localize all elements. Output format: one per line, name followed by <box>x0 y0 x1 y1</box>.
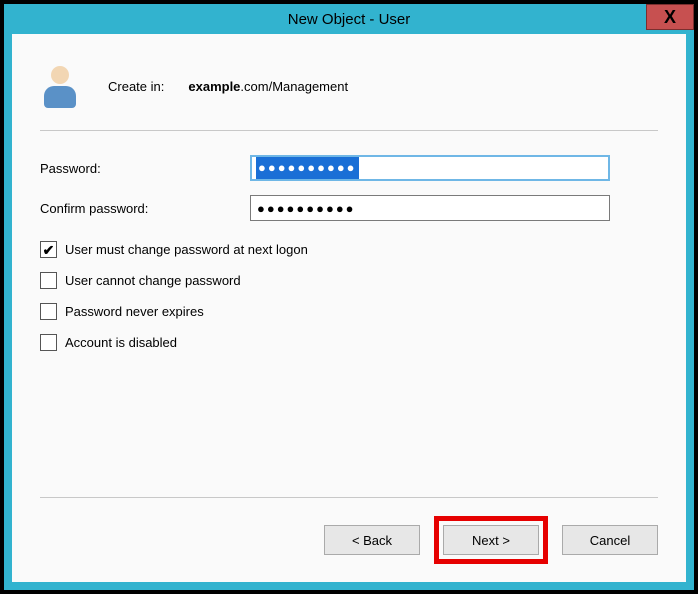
checkbox-icon <box>40 303 57 320</box>
password-label: Password: <box>40 161 250 176</box>
password-value: ●●●●●●●●●● <box>256 157 359 179</box>
option-label: User cannot change password <box>65 273 241 288</box>
next-button[interactable]: Next > <box>443 525 539 555</box>
password-row: Password: ●●●●●●●●●● <box>40 153 658 183</box>
option-never-expires[interactable]: Password never expires <box>40 303 658 320</box>
checkbox-icon <box>40 241 57 258</box>
create-in-path: example.com/Management <box>188 79 348 94</box>
checkbox-icon <box>40 334 57 351</box>
option-cannot-change[interactable]: User cannot change password <box>40 272 658 289</box>
footer-buttons: < Back Next > Cancel <box>40 497 658 564</box>
header-row: Create in: example.com/Management <box>40 54 658 130</box>
dialog-window: New Object - User X Create in: example.c… <box>4 4 694 590</box>
close-button[interactable]: X <box>646 4 694 30</box>
create-in: Create in: example.com/Management <box>108 79 348 94</box>
client-area: Create in: example.com/Management Passwo… <box>12 34 686 582</box>
back-button[interactable]: < Back <box>324 525 420 555</box>
option-disabled[interactable]: Account is disabled <box>40 334 658 351</box>
option-must-change[interactable]: User must change password at next logon <box>40 241 658 258</box>
password-form: Password: ●●●●●●●●●● Confirm password: <box>40 145 658 223</box>
options-group: User must change password at next logon … <box>40 241 658 351</box>
option-label: Account is disabled <box>65 335 177 350</box>
confirm-row: Confirm password: <box>40 193 658 223</box>
window-title: New Object - User <box>288 11 411 28</box>
separator <box>40 130 658 131</box>
password-input[interactable]: ●●●●●●●●●● <box>250 155 610 181</box>
confirm-label: Confirm password: <box>40 201 250 216</box>
titlebar: New Object - User X <box>4 4 694 34</box>
next-highlight: Next > <box>434 516 548 564</box>
option-label: User must change password at next logon <box>65 242 308 257</box>
option-label: Password never expires <box>65 304 204 319</box>
confirm-input[interactable] <box>250 195 610 221</box>
cancel-button[interactable]: Cancel <box>562 525 658 555</box>
create-in-label: Create in: <box>108 79 164 94</box>
user-icon <box>40 64 80 108</box>
checkbox-icon <box>40 272 57 289</box>
